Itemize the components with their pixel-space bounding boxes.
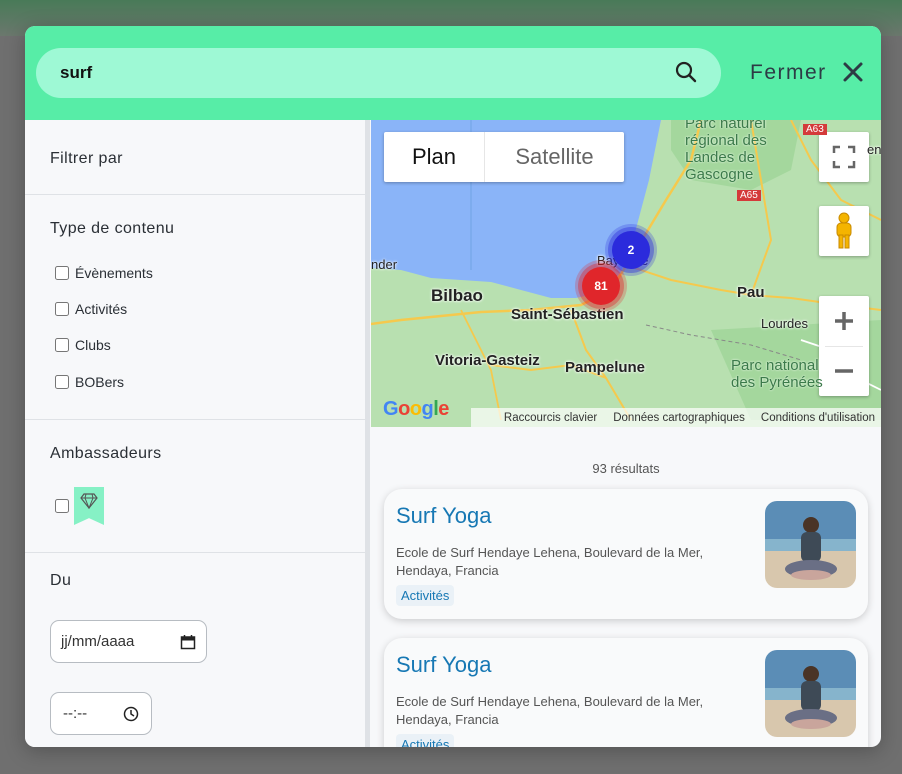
ambassadors-title: Ambassadeurs: [50, 445, 162, 462]
map-view[interactable]: Plan Satellite Parc naturel régional des…: [371, 120, 881, 427]
filter-title: Filtrer par: [50, 150, 123, 167]
modal-header: Fermer: [25, 26, 881, 120]
map-type-plan[interactable]: Plan: [384, 132, 485, 182]
google-logo: Google: [383, 398, 449, 420]
street-view-button[interactable]: [819, 206, 869, 256]
filter-option-clubs[interactable]: Clubs: [55, 337, 111, 353]
sidebar-scrollbar[interactable]: [365, 120, 370, 747]
clock-icon[interactable]: [123, 706, 139, 722]
checkbox-ambassadors[interactable]: [55, 499, 69, 513]
result-address: Ecole de Surf Hendaye Lehena, Boulevard …: [396, 545, 704, 578]
fullscreen-icon: [832, 145, 856, 169]
map-label-parc-landes: Parc naturel régional des Landes de Gasc…: [685, 120, 767, 183]
map-label-lourdes: Lourdes: [761, 316, 808, 331]
result-address: Ecole de Surf Hendaye Lehena, Boulevard …: [396, 694, 704, 727]
ambassador-filter[interactable]: [55, 487, 104, 525]
plus-icon: [835, 312, 853, 330]
result-card[interactable]: Surf Yoga Ecole de Surf Hendaye Lehena, …: [384, 489, 868, 619]
filter-option-label: Activités: [75, 301, 128, 317]
checkbox-evenements[interactable]: [55, 266, 69, 280]
map-cluster-red[interactable]: 81: [575, 260, 627, 312]
search-icon[interactable]: [674, 60, 698, 84]
map-label-road-a63: A63: [803, 124, 827, 135]
terms-link[interactable]: Conditions d'utilisation: [761, 412, 875, 424]
checkbox-bobers[interactable]: [55, 375, 69, 389]
time-input[interactable]: --:--: [50, 692, 152, 735]
map-type-satellite[interactable]: Satellite: [485, 132, 624, 182]
filter-option-label: Clubs: [75, 337, 111, 353]
cluster-count: 2: [612, 231, 650, 269]
date-input[interactable]: jj/mm/aaaa: [50, 620, 207, 663]
zoom-separator: [825, 346, 863, 347]
time-placeholder: --:--: [63, 705, 88, 722]
search-modal: Fermer Filtrer par Type de contenu Évène…: [25, 26, 881, 747]
map-label-pampelune: Pampelune: [565, 359, 646, 376]
map-label-vitoria: Vitoria-Gasteiz: [435, 352, 540, 369]
result-card[interactable]: Surf Yoga Ecole de Surf Hendaye Lehena, …: [384, 638, 868, 747]
checkbox-activites[interactable]: [55, 302, 69, 316]
filter-option-evenements[interactable]: Évènements: [55, 265, 153, 281]
cluster-count: 81: [582, 267, 620, 305]
close-icon[interactable]: [841, 60, 865, 84]
fullscreen-button[interactable]: [819, 132, 869, 182]
filter-option-label: BOBers: [75, 374, 125, 390]
map-data-link[interactable]: Données cartographiques: [613, 412, 745, 424]
map-label-ander: nder: [371, 257, 398, 272]
result-tag: Activités: [396, 734, 455, 747]
checkbox-clubs[interactable]: [55, 338, 69, 352]
content-type-title: Type de contenu: [50, 220, 175, 237]
result-title[interactable]: Surf Yoga: [396, 652, 491, 678]
result-thumbnail: [765, 501, 856, 588]
filter-option-bobers[interactable]: BOBers: [55, 374, 124, 390]
filter-option-activites[interactable]: Activités: [55, 301, 127, 317]
map-label-bilbao: Bilbao: [431, 286, 483, 305]
from-title: Du: [50, 572, 72, 589]
filter-option-label: Évènements: [75, 265, 153, 281]
search-input[interactable]: [60, 58, 660, 88]
close-button[interactable]: Fermer: [750, 61, 827, 85]
pegman-icon: [836, 212, 852, 249]
results-count: 93 résultats: [592, 461, 660, 476]
result-thumbnail: [765, 650, 856, 737]
map-label-parc-pyrenees: Parc national des Pyrénées: [731, 357, 823, 391]
divider: [25, 552, 365, 553]
ambassador-badge: [74, 487, 104, 525]
zoom-in-button[interactable]: [819, 296, 869, 346]
filter-sidebar: Filtrer par Type de contenu Évènements A…: [25, 120, 365, 747]
map-label-en: en: [867, 142, 881, 157]
divider: [25, 194, 365, 195]
map-type-switch: Plan Satellite: [384, 132, 624, 182]
result-tag: Activités: [396, 585, 455, 606]
map-footer: Raccourcis clavier Données cartographiqu…: [471, 408, 881, 427]
diamond-icon: [80, 493, 98, 509]
keyboard-shortcuts-link[interactable]: Raccourcis clavier: [504, 412, 597, 424]
search-box: [36, 48, 721, 98]
map-label-pau: Pau: [737, 284, 765, 301]
map-label-road-a65: A65: [737, 190, 761, 201]
calendar-icon[interactable]: [180, 634, 196, 650]
date-placeholder: jj/mm/aaaa: [61, 633, 135, 650]
divider: [25, 419, 365, 420]
result-title[interactable]: Surf Yoga: [396, 503, 491, 529]
